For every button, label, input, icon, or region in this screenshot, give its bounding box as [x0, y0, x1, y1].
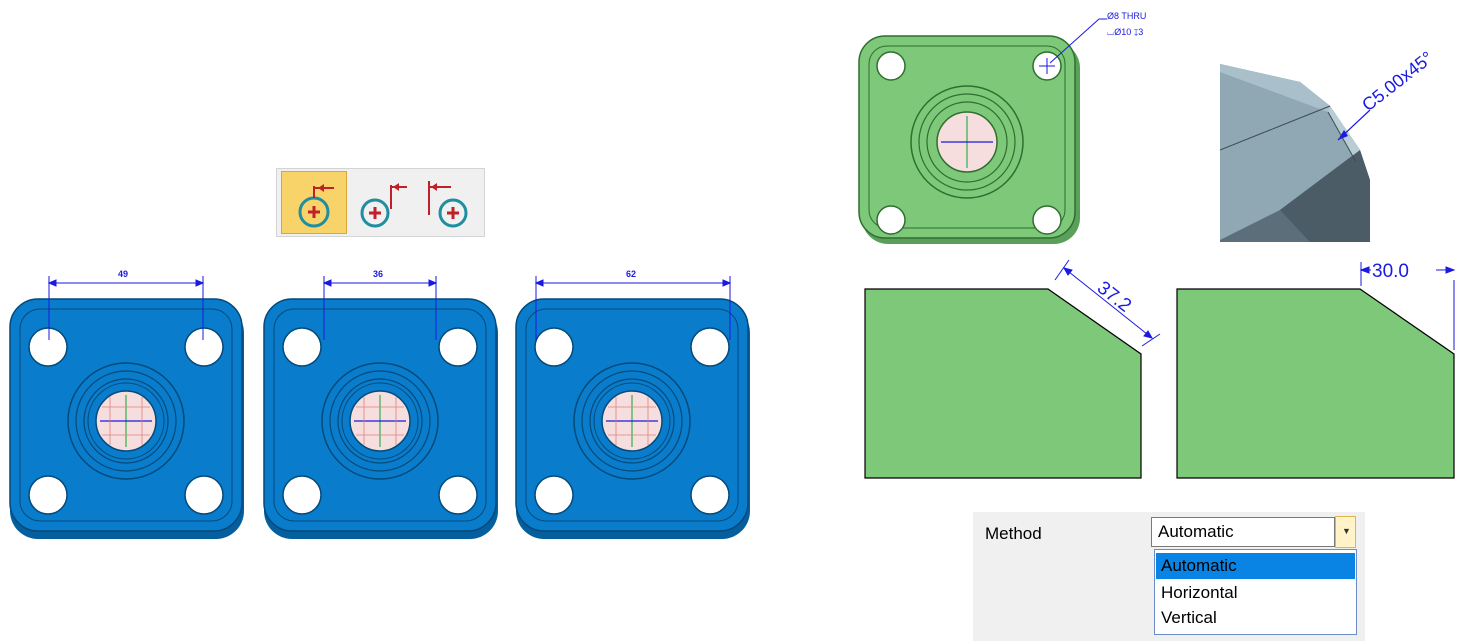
dim-label-3: 62 [626, 269, 636, 279]
method-dropdown-button[interactable]: ▼ [1335, 516, 1356, 548]
method-option-vertical[interactable]: Vertical [1156, 605, 1355, 631]
dim-label-2: 36 [373, 269, 383, 279]
dimension-style-toolbar [276, 168, 485, 237]
method-option-automatic[interactable]: Automatic [1156, 553, 1355, 579]
chamfer-2d-views: 37.2 30.0 [864, 259, 1456, 479]
dimension-right-icon [428, 181, 468, 228]
method-label: Method [985, 524, 1042, 543]
dimension-center-button[interactable] [349, 171, 415, 234]
horizontal-dim-label: 30.0 [1372, 261, 1409, 282]
flange-views: 49 36 62 [9, 269, 751, 540]
dimension-right-button[interactable] [417, 171, 483, 234]
hole-callout-line1: Ø8 THRU [1107, 11, 1146, 21]
green-flange-view: Ø8 THRU ⌴Ø10 ↧3 [858, 11, 1146, 244]
chevron-down-icon: ▼ [1342, 526, 1351, 536]
dimension-left-icon [298, 184, 334, 228]
method-option-horizontal[interactable]: Horizontal [1156, 580, 1355, 606]
flange-2 [263, 298, 499, 540]
flange-1 [9, 298, 245, 540]
dimension-center-icon [360, 183, 407, 228]
method-dropdown-list: Automatic Horizontal Vertical [1154, 549, 1357, 635]
method-select-value[interactable]: Automatic [1158, 522, 1234, 542]
chamfer-3d-view: C5.00x45° [1220, 48, 1437, 242]
dimension-left-button[interactable] [281, 171, 347, 234]
dim-label-1: 49 [118, 269, 128, 279]
aligned-dim-label: 37.2 [1093, 277, 1135, 316]
flange-3 [515, 298, 751, 540]
chamfer-3d-label: C5.00x45° [1358, 48, 1437, 116]
hole-callout-line2: ⌴Ø10 ↧3 [1107, 27, 1143, 37]
